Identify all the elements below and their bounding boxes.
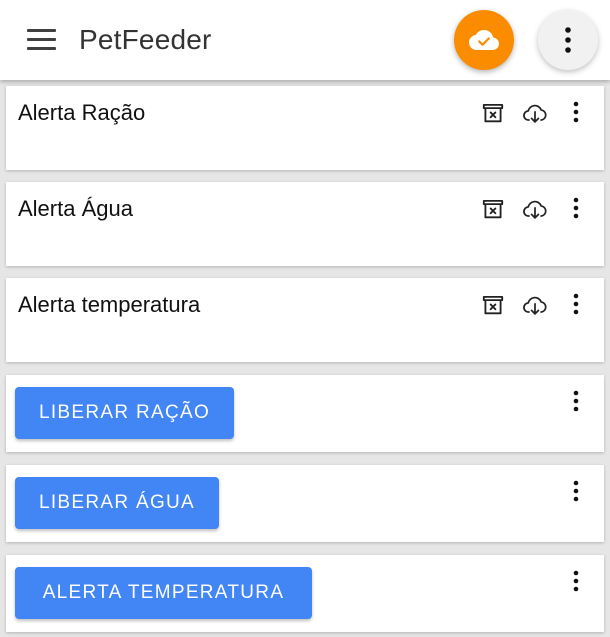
- action-card: ALERTA TEMPERATURA: [6, 555, 604, 632]
- cloud-download-icon[interactable]: [521, 100, 549, 128]
- action-card: LIBERAR RAÇÃO: [6, 375, 604, 452]
- hamburger-menu-icon[interactable]: [27, 29, 57, 51]
- more-vert-icon[interactable]: [569, 100, 583, 128]
- alert-card[interactable]: Alerta Ração: [6, 86, 604, 170]
- app-bar: PetFeeder: [0, 0, 610, 80]
- more-vert-icon[interactable]: [569, 389, 583, 417]
- more-vert-icon: [565, 27, 571, 53]
- alert-card[interactable]: Alerta temperatura: [6, 278, 604, 362]
- more-vert-icon[interactable]: [569, 196, 583, 224]
- alert-title: Alerta temperatura: [18, 292, 201, 317]
- release-water-button[interactable]: LIBERAR ÁGUA: [15, 477, 219, 529]
- cloud-check-icon: [469, 30, 499, 50]
- alert-title: Alerta Água: [18, 196, 133, 221]
- action-card: LIBERAR ÁGUA: [6, 465, 604, 542]
- cloud-download-icon[interactable]: [521, 292, 549, 320]
- alert-title: Alerta Ração: [18, 100, 146, 125]
- alert-card[interactable]: Alerta Água: [6, 182, 604, 266]
- more-vert-icon[interactable]: [569, 479, 583, 507]
- cloud-sync-button[interactable]: [454, 10, 514, 70]
- cloud-download-icon[interactable]: [521, 196, 549, 224]
- more-vert-icon[interactable]: [569, 292, 583, 320]
- temperature-alert-button[interactable]: ALERTA TEMPERATURA: [15, 567, 312, 619]
- app-title: PetFeeder: [79, 24, 212, 55]
- archive-delete-icon[interactable]: [480, 100, 508, 128]
- more-vert-icon[interactable]: [569, 569, 583, 597]
- archive-delete-icon[interactable]: [480, 292, 508, 320]
- overflow-menu-button[interactable]: [538, 10, 598, 70]
- release-food-button[interactable]: LIBERAR RAÇÃO: [15, 387, 234, 439]
- archive-delete-icon[interactable]: [480, 196, 508, 224]
